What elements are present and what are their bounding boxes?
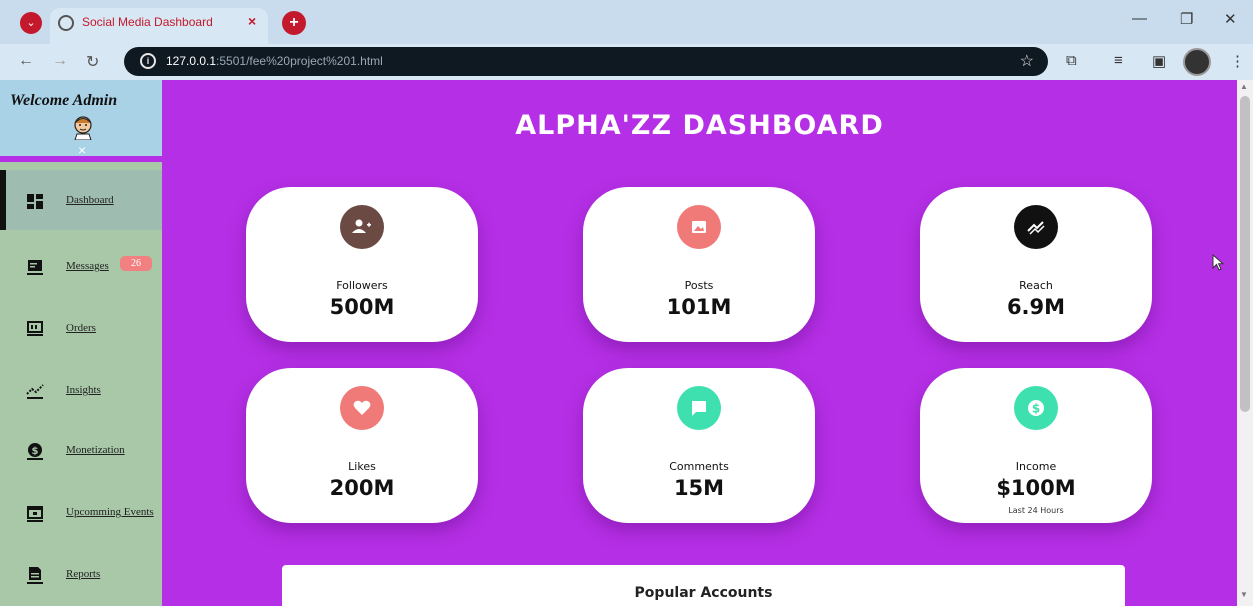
browser-tab-bar: ⌄ Social Media Dashboard × + — ❐ ✕ [0, 0, 1253, 44]
stat-label: Posts [684, 279, 714, 292]
likes-icon-badge [340, 386, 384, 430]
sidebar-item-label: Upcomming Events [66, 506, 154, 518]
page-scrollbar[interactable]: ▲ ▼ [1237, 80, 1253, 606]
dashboard-icon [27, 194, 43, 209]
restore-icon[interactable]: ❐ [1180, 10, 1193, 28]
sidebar-item-label: Monetization [66, 444, 125, 456]
sidebar-item-monetization[interactable]: $ Monetization [0, 420, 162, 480]
popular-accounts-title: Popular Accounts [634, 585, 773, 601]
globe-icon [58, 15, 74, 31]
sidebar-item-label: Insights [66, 384, 101, 396]
stat-card-comments: Comments 15M [583, 368, 815, 523]
sidebar: Welcome Admin × Dashboard Messages 26 Or… [0, 80, 162, 606]
profile-avatar[interactable] [1183, 48, 1211, 76]
stat-value: 500M [329, 295, 395, 319]
trending-icon [1027, 221, 1045, 235]
tab-title: Social Media Dashboard [82, 15, 213, 29]
sidebar-item-orders[interactable]: Orders [0, 298, 162, 358]
orders-icon [27, 321, 43, 336]
followers-icon-badge [340, 205, 384, 249]
heart-icon [353, 400, 371, 415]
stat-subtitle: Last 24 Hours [1008, 506, 1064, 515]
calendar-icon [27, 506, 43, 522]
posts-icon-badge [677, 205, 721, 249]
sidebar-item-events[interactable]: Upcomming Events [0, 482, 162, 542]
sidebar-item-insights[interactable]: Insights [0, 360, 162, 420]
sidebar-item-messages[interactable]: Messages 26 [0, 236, 162, 296]
stat-card-followers: Followers 500M [246, 187, 478, 342]
back-icon[interactable]: ← [18, 52, 34, 70]
svg-text:$: $ [32, 446, 39, 457]
stat-card-income: $ Income $100M Last 24 Hours [920, 368, 1152, 523]
stat-card-posts: Posts 101M [583, 187, 815, 342]
sidebar-item-reports[interactable]: Reports [0, 544, 162, 604]
stat-value: 101M [666, 295, 732, 319]
minimize-icon[interactable]: — [1132, 10, 1147, 27]
url-path: :5501/fee%20project%201.html [216, 54, 383, 68]
messages-icon [27, 260, 43, 275]
stat-value: $100M [996, 476, 1076, 500]
close-icon[interactable]: × [248, 13, 256, 29]
extensions-icon[interactable]: ⧉ [1066, 52, 1077, 69]
sidebar-header: Welcome Admin × [0, 80, 162, 162]
close-window-icon[interactable]: ✕ [1224, 10, 1237, 28]
stat-label: Likes [348, 460, 376, 473]
insights-icon [26, 384, 44, 399]
forward-icon[interactable]: → [52, 52, 68, 70]
sidebar-item-dashboard[interactable]: Dashboard [0, 170, 162, 230]
scroll-up-icon[interactable]: ▲ [1240, 82, 1248, 91]
stat-label: Income [1015, 460, 1057, 473]
menu-icon[interactable]: ⋮ [1230, 52, 1245, 70]
svg-text:$: $ [1032, 402, 1040, 416]
messages-count-badge: 26 [120, 256, 152, 271]
page-title: ALPHA'ZZ DASHBOARD [515, 110, 884, 141]
popular-accounts-panel: Popular Accounts [282, 565, 1125, 606]
site-info-icon[interactable]: i [140, 53, 156, 69]
url-host: 127.0.0.1 [166, 54, 217, 68]
scroll-down-icon[interactable]: ▼ [1240, 590, 1248, 599]
sidebar-item-label: Orders [66, 322, 96, 334]
comment-icon [692, 401, 706, 416]
welcome-text: Welcome Admin [10, 92, 118, 109]
add-user-icon [352, 219, 371, 233]
mouse-cursor-icon [1212, 254, 1225, 271]
sidebar-item-label: Messages [66, 260, 109, 272]
reports-icon [27, 567, 43, 584]
stat-card-likes: Likes 200M [246, 368, 478, 523]
stat-label: Comments [669, 460, 729, 473]
url-text: 127.0.0.1:5501/fee%20project%201.html [166, 54, 383, 68]
stat-value: 200M [329, 476, 395, 500]
dollar-icon: $ [1028, 400, 1044, 416]
sidebar-close-icon[interactable]: × [78, 142, 86, 158]
sidebar-item-label: Dashboard [66, 194, 114, 206]
media-icon[interactable]: ≡ [1114, 52, 1123, 69]
url-bar[interactable]: i 127.0.0.1:5501/fee%20project%201.html … [124, 47, 1048, 76]
star-icon[interactable]: ☆ [1020, 51, 1034, 71]
address-toolbar: ← → ↻ i 127.0.0.1:5501/fee%20project%201… [0, 44, 1253, 80]
browser-tab[interactable]: Social Media Dashboard × [50, 8, 268, 44]
stat-label: Reach [1019, 279, 1053, 292]
side-panel-icon[interactable]: ▣ [1152, 52, 1166, 70]
income-icon-badge: $ [1014, 386, 1058, 430]
page-content: Welcome Admin × Dashboard Messages 26 Or… [0, 80, 1237, 606]
stat-value: 6.9M [1006, 295, 1066, 319]
scroll-thumb[interactable] [1240, 96, 1250, 412]
stat-label: Followers [336, 279, 388, 292]
reach-icon-badge [1014, 205, 1058, 249]
stat-card-reach: Reach 6.9M [920, 187, 1152, 342]
monetization-icon: $ [27, 443, 43, 460]
new-tab-icon[interactable]: + [282, 11, 306, 35]
stat-value: 15M [673, 476, 725, 500]
reload-icon[interactable]: ↻ [86, 52, 99, 72]
sidebar-item-label: Reports [66, 568, 101, 580]
image-icon [692, 221, 706, 233]
comments-icon-badge [677, 386, 721, 430]
admin-avatar [74, 116, 92, 140]
tab-search-icon[interactable]: ⌄ [20, 12, 42, 34]
